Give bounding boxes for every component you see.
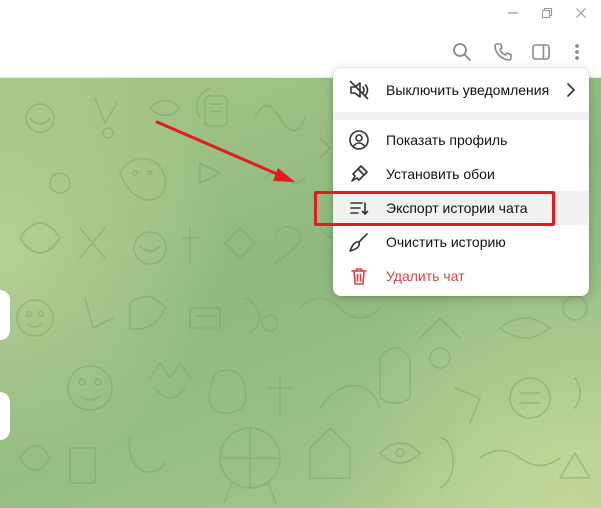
menu-item-label: Установить обои — [386, 166, 495, 182]
menu-item-delete-chat[interactable]: Удалить чат — [333, 259, 589, 293]
maximize-button[interactable] — [532, 0, 562, 26]
more-options-button[interactable] — [563, 38, 591, 66]
menu-item-label: Экспорт истории чата — [386, 200, 528, 216]
menu-item-export-chat-history[interactable]: Экспорт истории чата — [333, 191, 589, 225]
more-vertical-icon — [575, 44, 579, 60]
menu-item-label: Выключить уведомления — [386, 82, 550, 98]
sidebar-toggle-button[interactable] — [527, 38, 555, 66]
minimize-button[interactable] — [498, 0, 528, 26]
mute-icon — [347, 79, 371, 101]
profile-icon — [347, 129, 371, 151]
maximize-icon — [541, 7, 553, 19]
trash-icon — [347, 265, 371, 287]
message-bubble-edge — [0, 392, 10, 440]
menu-item-mute-notifications[interactable]: Выключить уведомления — [333, 73, 589, 107]
menu-item-set-wallpaper[interactable]: Установить обои — [333, 157, 589, 191]
phone-icon — [494, 43, 512, 61]
brush-icon — [347, 163, 371, 185]
chevron-right-icon — [567, 83, 575, 97]
search-icon — [453, 43, 471, 61]
menu-item-label: Очистить историю — [386, 234, 506, 250]
close-icon — [576, 8, 586, 18]
broom-icon — [347, 231, 371, 253]
message-bubble-edge — [0, 290, 10, 340]
call-button[interactable] — [489, 38, 517, 66]
minimize-icon — [508, 12, 518, 14]
menu-item-show-profile[interactable]: Показать профиль — [333, 123, 589, 157]
chat-options-menu: Выключить уведомления Показать профиль У… — [333, 68, 589, 296]
search-button[interactable] — [448, 38, 476, 66]
export-icon — [347, 197, 371, 219]
menu-item-label: Удалить чат — [386, 268, 465, 284]
window-titlebar — [0, 0, 601, 26]
menu-item-clear-history[interactable]: Очистить историю — [333, 225, 589, 259]
menu-separator — [333, 112, 589, 120]
close-button[interactable] — [566, 0, 596, 26]
sidebar-toggle-icon — [532, 44, 550, 60]
menu-item-label: Показать профиль — [386, 132, 508, 148]
